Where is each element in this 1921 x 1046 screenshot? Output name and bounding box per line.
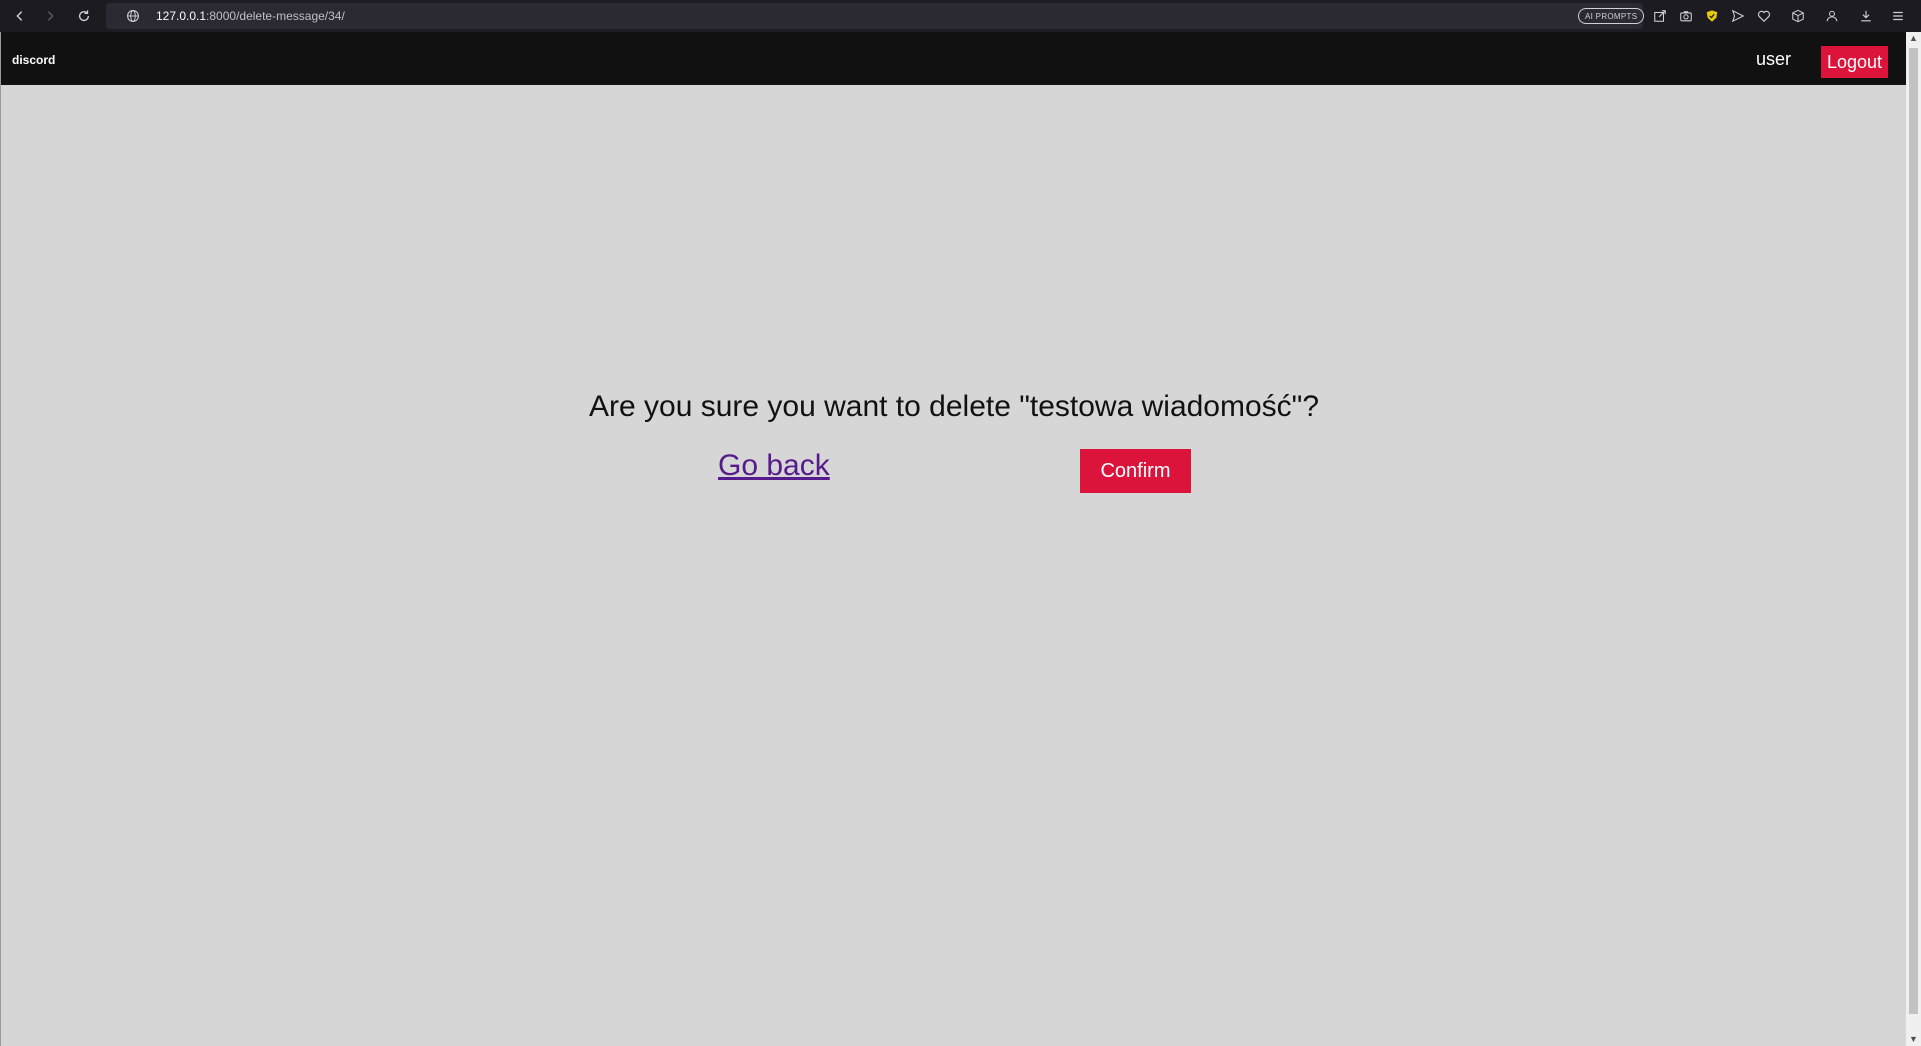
go-back-link[interactable]: Go back: [718, 449, 830, 483]
delete-confirm-question: Are you sure you want to delete "testowa…: [588, 390, 1320, 423]
site-header: discord user Logout: [1, 32, 1907, 85]
forward-icon[interactable]: [40, 6, 60, 26]
url-path: :8000/delete-message/34/: [206, 9, 345, 23]
shield-icon[interactable]: [1703, 7, 1721, 25]
ai-prompts-button[interactable]: AI PROMPTS: [1578, 8, 1645, 24]
url-host: 127.0.0.1: [156, 9, 207, 23]
account-icon[interactable]: [1823, 7, 1841, 25]
heart-icon[interactable]: [1755, 7, 1773, 25]
scroll-thumb[interactable]: [1909, 48, 1918, 1014]
page-viewport: discord user Logout Are you sure you wan…: [0, 32, 1907, 1046]
brand-logo[interactable]: discord: [12, 53, 55, 67]
vertical-scrollbar[interactable]: ▲ ▼: [1906, 32, 1921, 1046]
address-bar[interactable]: 127.0.0.1:8000/delete-message/34/: [106, 3, 1643, 29]
scroll-up-icon[interactable]: ▲: [1909, 34, 1918, 43]
menu-icon[interactable]: [1889, 7, 1907, 25]
download-icon[interactable]: [1857, 7, 1875, 25]
logout-button[interactable]: Logout: [1821, 46, 1888, 78]
globe-icon: [126, 9, 140, 23]
share-icon[interactable]: [1651, 7, 1669, 25]
send-icon[interactable]: [1729, 7, 1747, 25]
browser-toolbar: 127.0.0.1:8000/delete-message/34/ AI PRO…: [0, 0, 1921, 32]
confirm-button[interactable]: Confirm: [1080, 449, 1191, 493]
url-text: 127.0.0.1:8000/delete-message/34/: [156, 9, 345, 23]
toolbar-icon-group: [1651, 7, 1907, 25]
username-label: user: [1756, 49, 1792, 69]
scroll-down-icon[interactable]: ▼: [1909, 1035, 1918, 1044]
back-icon[interactable]: [10, 6, 30, 26]
screenshot-icon[interactable]: [1677, 7, 1695, 25]
reload-icon[interactable]: [74, 6, 94, 26]
cube-icon[interactable]: [1789, 7, 1807, 25]
